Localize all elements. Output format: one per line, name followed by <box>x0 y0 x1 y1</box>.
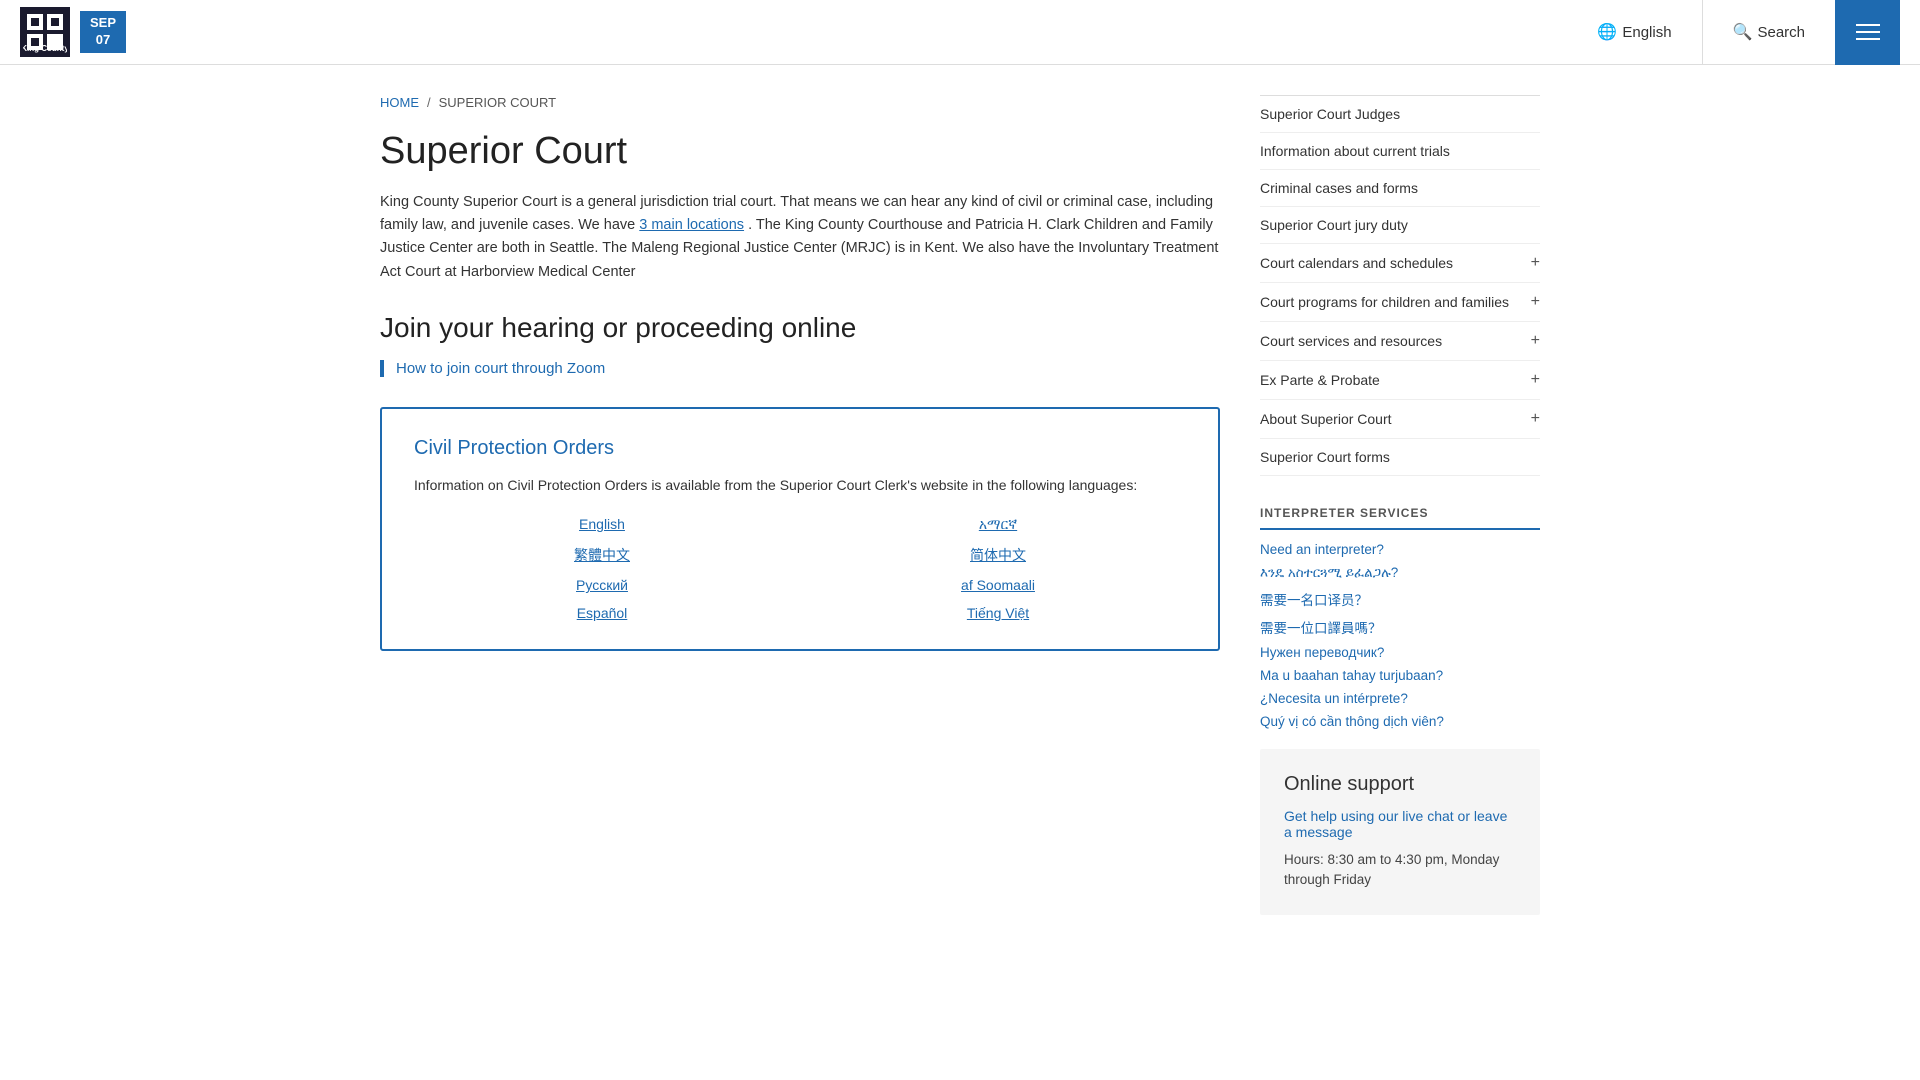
sidebar-nav-item[interactable]: Court calendars and schedules + <box>1260 244 1540 283</box>
breadcrumb-home-link[interactable]: HOME <box>380 95 419 110</box>
cpo-lang-link[interactable]: English <box>414 516 790 533</box>
sidebar-nav-item-label: Superior Court jury duty <box>1260 217 1408 233</box>
header-right: 🌐 English 🔍 Search <box>1567 0 1900 65</box>
cpo-lang-link[interactable]: 简体中文 <box>810 545 1186 565</box>
online-support-link[interactable]: Get help using our live chat or leave a … <box>1284 808 1516 840</box>
hamburger-line-1 <box>1856 24 1880 26</box>
zoom-link[interactable]: How to join court through Zoom <box>396 360 605 377</box>
language-selector-button[interactable]: 🌐 English <box>1567 0 1701 65</box>
interpreter-link[interactable]: 需要一位口譯員嗎？ <box>1260 617 1540 637</box>
sidebar-nav-expand-icon: + <box>1531 332 1540 350</box>
section-title: Join your hearing or proceeding online <box>380 312 1220 344</box>
sidebar-nav-item-label: Court programs for children and families <box>1260 294 1509 310</box>
interpreter-link[interactable]: Quý vị có cần thông dịch viên? <box>1260 714 1540 729</box>
cpo-lang-link[interactable]: 繁體中文 <box>414 545 790 565</box>
online-support-hours: Hours: 8:30 am to 4:30 pm, Monday throug… <box>1284 850 1516 891</box>
main-container: HOME / SUPERIOR COURT Superior Court Kin… <box>360 65 1560 945</box>
page-title: Superior Court <box>380 130 1220 173</box>
interpreter-services-title: INTERPRETER SERVICES <box>1260 506 1540 530</box>
sidebar-nav-item[interactable]: Criminal cases and forms <box>1260 170 1540 207</box>
sidebar-nav-item-label: Criminal cases and forms <box>1260 180 1418 196</box>
sidebar-nav-expand-icon: + <box>1531 410 1540 428</box>
breadcrumb-separator: / <box>427 95 431 110</box>
sidebar-nav-item[interactable]: Information about current trials <box>1260 133 1540 170</box>
svg-text:King County: King County <box>23 44 67 53</box>
interpreter-link[interactable]: Need an interpreter? <box>1260 542 1540 557</box>
sidebar-nav-item-label: Court calendars and schedules <box>1260 255 1453 271</box>
content-area: HOME / SUPERIOR COURT Superior Court Kin… <box>380 95 1220 915</box>
search-icon: 🔍 <box>1733 22 1753 42</box>
sidebar-nav-item-label: Information about current trials <box>1260 143 1450 159</box>
cpo-description: Information on Civil Protection Orders i… <box>414 474 1186 496</box>
cpo-lang-link[interactable]: አማርኛ <box>810 516 1186 533</box>
interpreter-services-box: INTERPRETER SERVICES Need an interpreter… <box>1260 506 1540 729</box>
interpreter-link[interactable]: እንዴ አስተርጓሚ ይፈልጋሉ? <box>1260 565 1540 581</box>
cpo-languages-grid: English አማርኛ 繁體中文简体中文 Русский af Soomaali Esp… <box>414 516 1186 621</box>
main-locations-link[interactable]: 3 main locations <box>639 217 744 233</box>
sidebar-nav-expand-icon: + <box>1531 254 1540 272</box>
site-header: King County SEP 07 🌐 English 🔍 Search <box>0 0 1920 65</box>
sidebar-nav-item[interactable]: Ex Parte & Probate + <box>1260 361 1540 400</box>
page-description: King County Superior Court is a general … <box>380 191 1220 284</box>
cpo-lang-link[interactable]: Tiếng Việt <box>810 605 1186 621</box>
sidebar-nav-expand-icon: + <box>1531 371 1540 389</box>
sidebar-nav-expand-icon: + <box>1531 293 1540 311</box>
sidebar: Superior Court Judges Information about c… <box>1260 95 1540 915</box>
sidebar-nav: Superior Court Judges Information about c… <box>1260 95 1540 476</box>
zoom-link-container: How to join court through Zoom <box>380 360 1220 377</box>
sidebar-nav-item[interactable]: Superior Court jury duty <box>1260 207 1540 244</box>
interpreter-link[interactable]: Ma u baahan tahay turjubaan? <box>1260 668 1540 683</box>
sidebar-nav-item[interactable]: About Superior Court + <box>1260 400 1540 439</box>
logo-icon: King County <box>20 7 70 57</box>
sidebar-nav-item[interactable]: Court programs for children and families… <box>1260 283 1540 322</box>
hamburger-line-3 <box>1856 38 1880 40</box>
search-label: Search <box>1757 24 1805 41</box>
breadcrumb-current: SUPERIOR COURT <box>439 95 557 110</box>
date-badge: SEP 07 <box>80 11 126 53</box>
cpo-lang-link[interactable]: Español <box>414 605 790 621</box>
language-label: English <box>1622 24 1671 41</box>
sidebar-nav-item[interactable]: Superior Court forms <box>1260 439 1540 476</box>
search-button[interactable]: 🔍 Search <box>1702 0 1835 65</box>
cpo-lang-link[interactable]: af Soomaali <box>810 577 1186 593</box>
sidebar-nav-item[interactable]: Superior Court Judges <box>1260 96 1540 133</box>
logo-area: King County SEP 07 <box>20 7 126 57</box>
sidebar-nav-item[interactable]: Court services and resources + <box>1260 322 1540 361</box>
online-support-box: Online support Get help using our live c… <box>1260 749 1540 915</box>
interpreter-link[interactable]: Нужен переводчик? <box>1260 645 1540 660</box>
hamburger-line-2 <box>1856 31 1880 33</box>
interpreter-link[interactable]: ¿Necesita un intérprete? <box>1260 691 1540 706</box>
sidebar-nav-item-label: Court services and resources <box>1260 333 1442 349</box>
cpo-box: Civil Protection Orders Information on C… <box>380 407 1220 651</box>
sidebar-nav-item-label: About Superior Court <box>1260 411 1392 427</box>
cpo-title-link[interactable]: Civil Protection Orders <box>414 437 614 460</box>
sidebar-nav-item-label: Ex Parte & Probate <box>1260 372 1380 388</box>
sidebar-nav-item-label: Superior Court Judges <box>1260 106 1400 122</box>
online-support-title: Online support <box>1284 773 1516 796</box>
sidebar-nav-item-label: Superior Court forms <box>1260 449 1390 465</box>
hamburger-menu-button[interactable] <box>1835 0 1900 65</box>
breadcrumb: HOME / SUPERIOR COURT <box>380 95 1220 110</box>
cpo-lang-link[interactable]: Русский <box>414 577 790 593</box>
globe-icon: 🌐 <box>1597 22 1617 42</box>
interpreter-link[interactable]: 需要一名口译员？ <box>1260 589 1540 609</box>
